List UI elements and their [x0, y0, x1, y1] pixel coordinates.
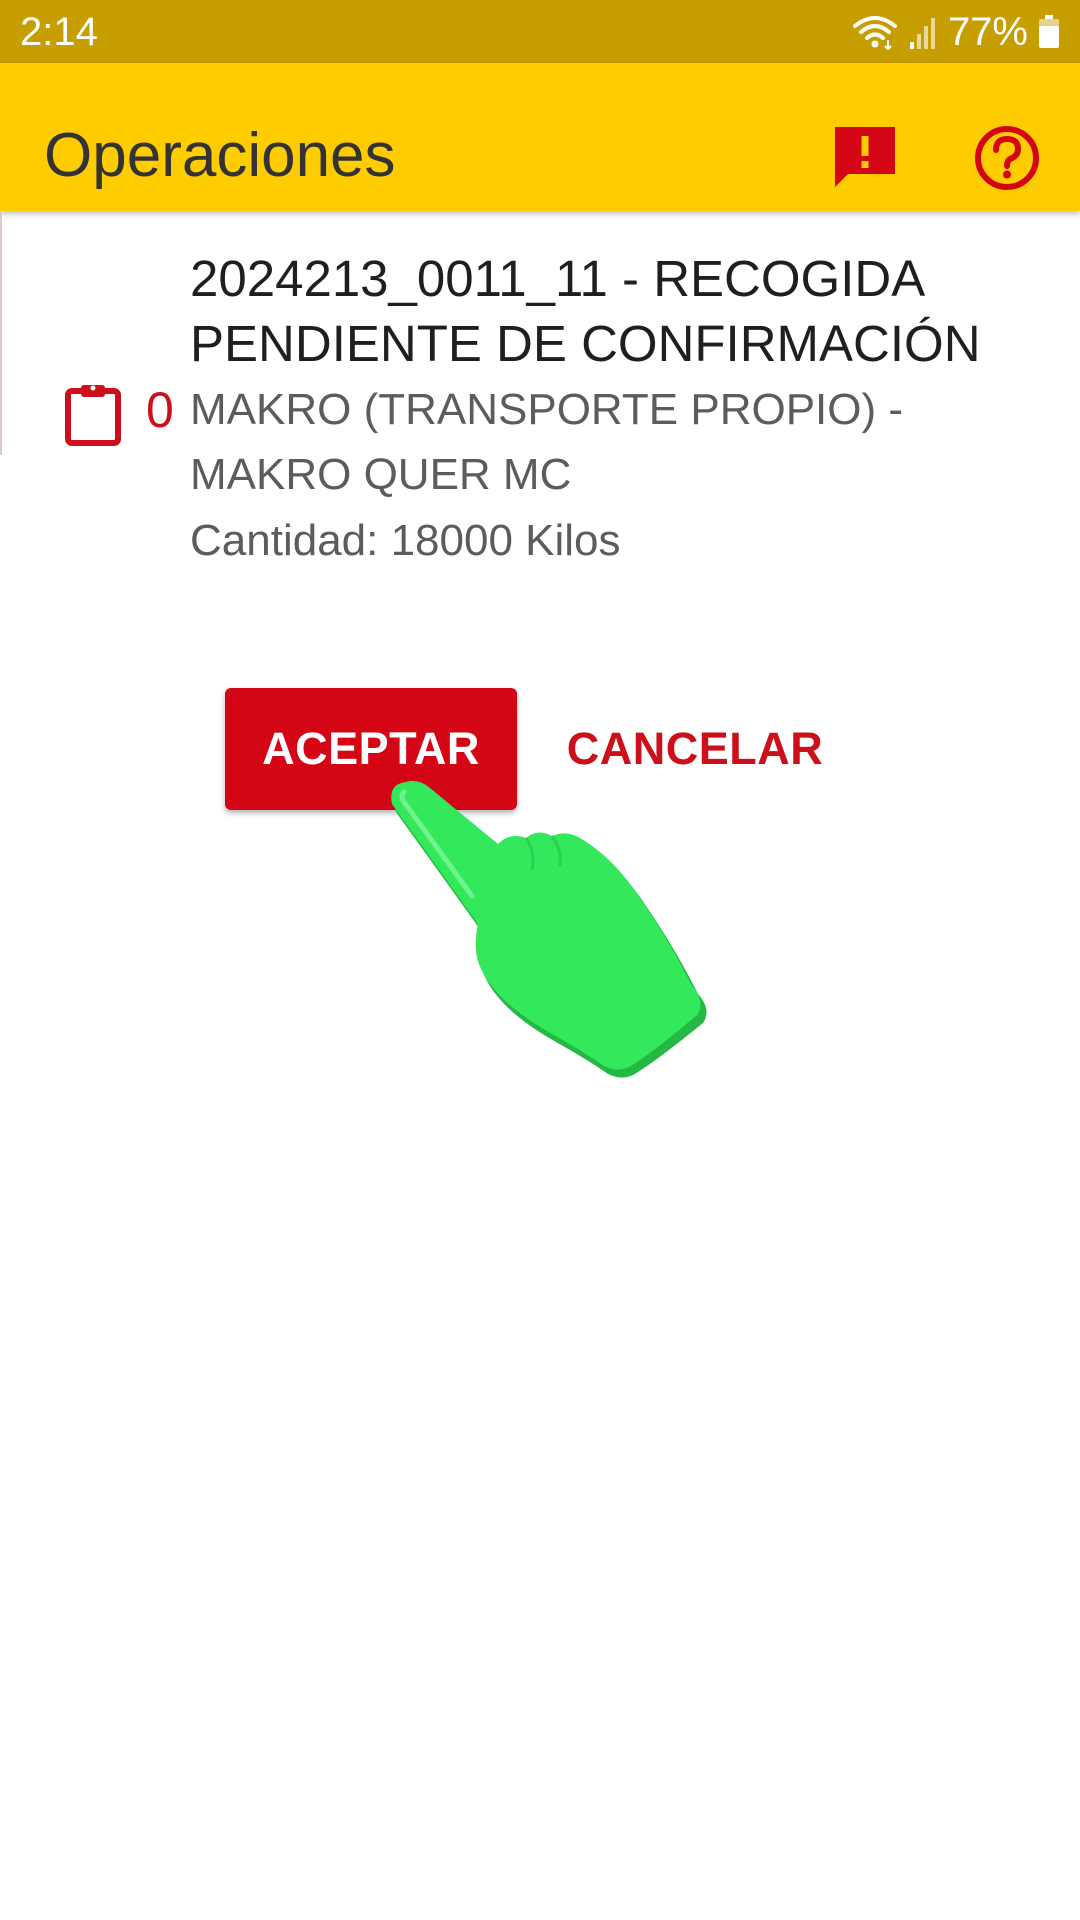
- status-time: 2:14: [20, 10, 98, 54]
- hand-pointer-icon: [391, 780, 707, 1078]
- battery-icon: [1039, 15, 1059, 48]
- help-icon[interactable]: [974, 125, 1040, 191]
- list-edge: [0, 211, 2, 455]
- status-bar: 2:14 77%: [0, 0, 1080, 63]
- operation-title: 2024213_0011_11 - RECOGIDA PENDIENTE DE …: [190, 250, 981, 372]
- app-bar: Operaciones: [0, 63, 1080, 211]
- wifi-icon: [852, 16, 897, 50]
- page-title: Operaciones: [44, 121, 396, 190]
- report-alert-icon[interactable]: [832, 123, 898, 189]
- operation-quantity: Cantidad: 18000 Kilos: [190, 516, 621, 565]
- operation-count: 0: [146, 382, 174, 438]
- status-icons: 77%: [852, 8, 1060, 56]
- signal-icon: [909, 18, 935, 49]
- operation-company: MAKRO (TRANSPORTE PROPIO) - MAKRO QUER M…: [190, 385, 904, 499]
- battery-percentage: 77%: [947, 10, 1028, 54]
- clipboard-icon: [65, 385, 121, 446]
